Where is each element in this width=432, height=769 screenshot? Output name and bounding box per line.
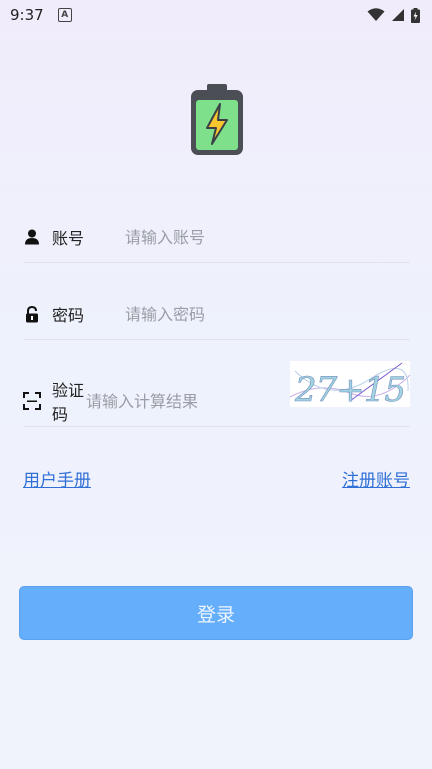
register-account-link[interactable]: 注册账号 [342,466,410,491]
status-bar: 9:37 A [0,0,432,30]
username-input[interactable] [125,227,410,247]
captcha-input[interactable] [86,391,286,411]
password-label: 密码 [52,306,85,325]
status-time: 9:37 [10,6,44,24]
login-button[interactable]: 登录 [19,586,413,640]
notification-a-icon: A [57,8,72,22]
user-manual-link[interactable]: 用户手册 [23,466,91,491]
lock-icon [23,305,41,323]
scan-icon [23,392,41,410]
captcha-row: 验证码 27+15 [23,361,410,427]
username-row: 账号 [23,212,410,263]
password-input[interactable] [125,304,410,324]
captcha-text: 27+15 [294,370,405,407]
battery-status-icon [411,7,420,23]
signal-icon [392,9,404,21]
username-label: 账号 [52,229,85,248]
captcha-image[interactable]: 27+15 [290,361,410,407]
user-icon [23,228,41,246]
captcha-label: 验证码 [52,381,85,424]
password-row: 密码 [23,289,410,340]
battery-logo-icon [191,84,243,155]
wifi-icon [367,8,385,21]
